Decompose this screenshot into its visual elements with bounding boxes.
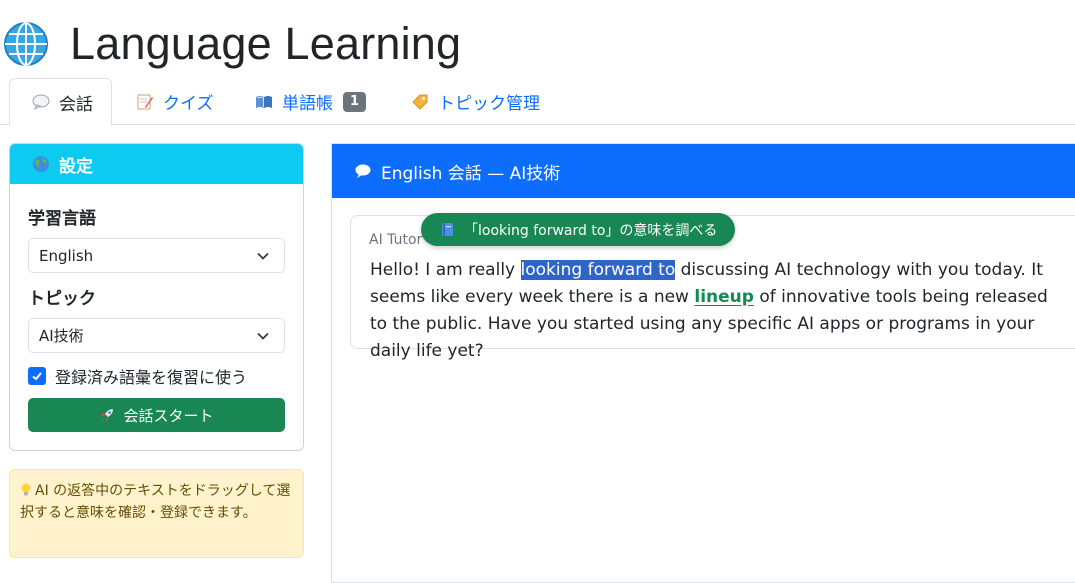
tab-quiz[interactable]: クイズ [136,78,214,125]
review-checkbox[interactable] [28,367,46,385]
tab-vocabulary[interactable]: 単語帳 1 [255,78,367,125]
rocket-icon [101,409,114,421]
registered-vocab-word[interactable]: lineup [694,287,754,307]
language-label: 学習言語 [28,209,96,229]
topic-label: トピック [28,289,96,309]
checkmark-icon [32,372,42,381]
language-select[interactable]: English [28,238,285,273]
conversation-header: English 会話 — AI技術 [332,144,1075,198]
vocabulary-count-badge: 1 [343,91,367,112]
topic-select[interactable]: AI技術 [28,318,285,353]
blue-book-icon [442,223,453,236]
tab-label: クイズ [163,94,214,114]
selected-phrase[interactable]: looking forward to [520,260,676,280]
conversation-title: English 会話 — AI技術 [381,163,561,184]
tab-label: 単語帳 [282,94,333,114]
review-checkbox-row[interactable]: 登録済み語彙を復習に使う [28,364,247,388]
message-sender: AI Tutor [369,232,423,248]
chevron-down-icon [257,252,269,260]
start-button-label: 会話スタート [123,406,214,425]
globe-icon [4,22,48,66]
app-title: Language Learning [70,18,462,69]
message-text[interactable]: Hello! I am really looking forward to di… [370,257,1060,365]
chevron-down-icon [257,332,269,340]
main-tabs: 会話 クイズ 単語帳 1 トピック管理 [0,78,1075,126]
topic-select-value: AI技術 [39,327,84,345]
app-header: Language Learning [0,14,461,74]
hint-text: AI の返答中のテキストをドラッグして選択すると意味を確認・登録できます。 [20,483,291,521]
tab-topic-management[interactable]: トピック管理 [411,78,540,125]
language-select-value: English [39,246,94,265]
tab-label: トピック管理 [438,94,540,114]
review-checkbox-label: 登録済み語彙を復習に使う [55,368,248,387]
speech-bubble-icon [355,164,371,178]
start-conversation-button[interactable]: 会話スタート [28,398,285,432]
tab-label: 会話 [59,94,93,115]
message-text-segment: Hello! I am really [370,260,521,280]
lookup-label: 「looking forward to」の意味を調べる [464,222,718,239]
tag-icon [412,94,428,110]
open-book-icon [256,95,272,108]
tab-conversation[interactable]: 会話 [9,78,112,126]
earth-icon [33,156,49,172]
settings-header: 設定 [10,144,303,184]
lookup-meaning-button[interactable]: 「looking forward to」の意味を調べる [421,213,736,246]
usage-hint-alert: AI の返答中のテキストをドラッグして選択すると意味を確認・登録できます。 [9,469,304,558]
memo-icon [137,94,153,109]
settings-title: 設定 [59,156,93,177]
speech-bubble-icon [32,94,50,111]
settings-card: 設定 学習言語 English トピック AI技術 登録済み語彙を復習に使う 会… [9,143,304,451]
lightbulb-icon [21,483,31,496]
